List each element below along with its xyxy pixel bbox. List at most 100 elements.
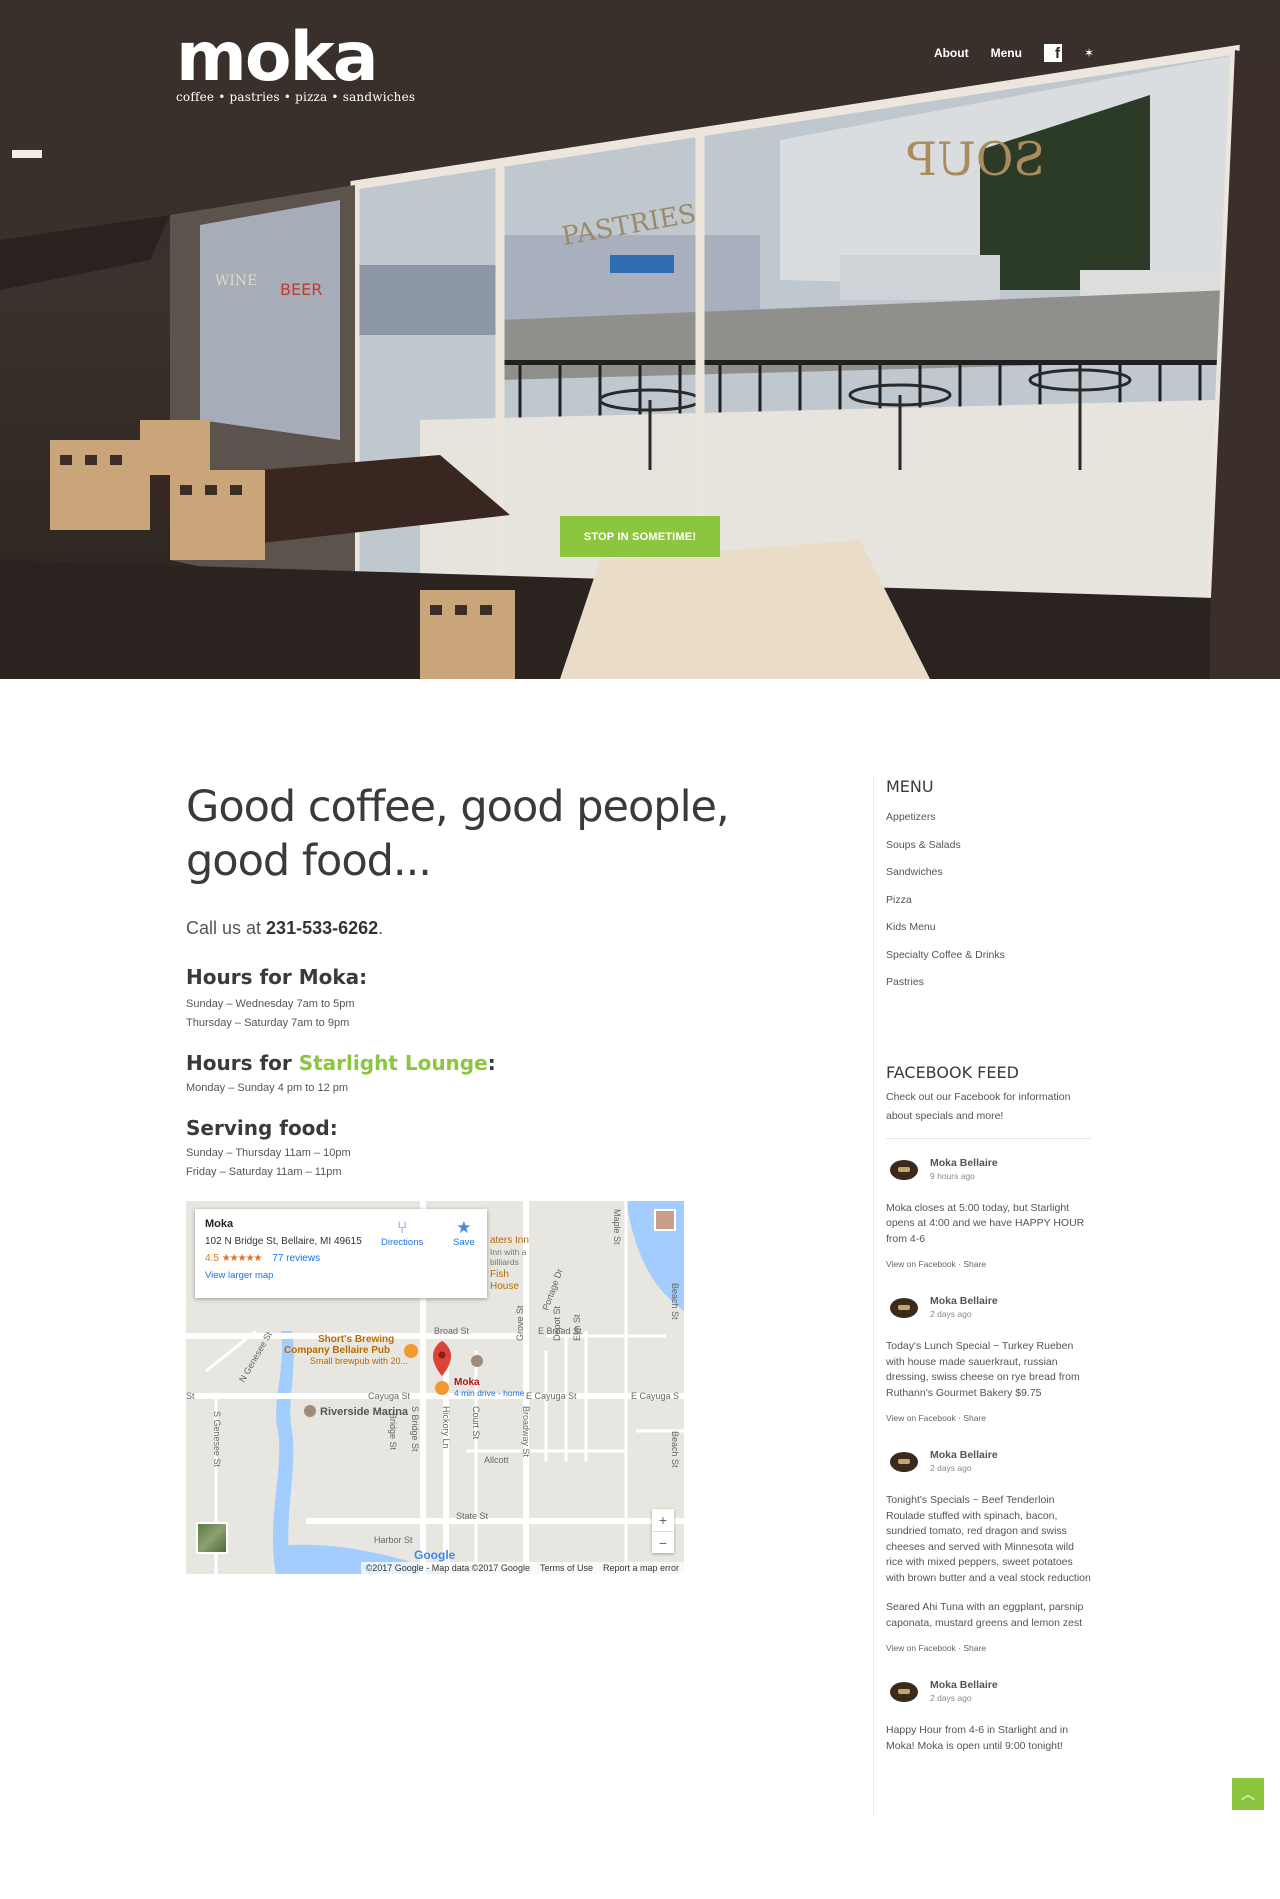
- facebook-feed-title: FACEBOOK FEED: [886, 1062, 1019, 1082]
- star-save-icon: ★: [456, 1218, 472, 1237]
- facebook-post: Moka Bellaire 2 days ago Tonight's Speci…: [886, 1449, 1093, 1653]
- moka-avatar-icon[interactable]: [890, 1452, 918, 1472]
- star-icon[interactable]: ✶: [1084, 46, 1094, 60]
- label-inn-1: aters Inn: [490, 1235, 529, 1246]
- menu-item-appetizers[interactable]: Appetizers: [886, 804, 1093, 832]
- sidebar-menu-title: MENU: [886, 777, 934, 796]
- hours-lounge-line: Monday – Sunday 4 pm to 12 pm: [186, 1082, 349, 1094]
- window-sign-beer: BEER: [280, 280, 322, 299]
- moka-avatar-icon[interactable]: [890, 1682, 918, 1702]
- moka-avatar-icon[interactable]: [890, 1298, 918, 1318]
- serving-line: Sunday – Thursday 11am – 10pm: [186, 1147, 351, 1159]
- label-inn-3: billiards: [490, 1257, 519, 1267]
- post-links[interactable]: View on Facebook · Share: [886, 1413, 1093, 1423]
- marina-marker-icon[interactable]: [304, 1405, 316, 1417]
- poi-marker-icon[interactable]: [471, 1355, 483, 1367]
- google-map[interactable]: Broad St E Broad St Cayuga St E Cayuga S…: [186, 1201, 684, 1574]
- directions-icon: ⑂: [397, 1218, 408, 1237]
- rating-stars-icon: ★★★★★: [221, 1253, 263, 1264]
- map-rating-value: 4.5: [205, 1253, 219, 1264]
- label-depot-st: Depot St: [552, 1305, 562, 1341]
- label-shorts-3: Small brewpub with 20...: [310, 1356, 408, 1366]
- zoom-out-button[interactable]: −: [652, 1531, 674, 1553]
- post-links[interactable]: View on Facebook · Share: [886, 1259, 1093, 1269]
- stop-in-button[interactable]: STOP IN SOMETIME!: [560, 516, 720, 557]
- menu-item-specialty-coffee[interactable]: Specialty Coffee & Drinks: [886, 942, 1093, 970]
- save-button[interactable]: ★ Save: [453, 1218, 475, 1249]
- window-sign-wine: WINE: [215, 273, 257, 289]
- call-prefix: Call us at: [186, 918, 267, 938]
- post-body: Tonight's Specials ~ Beef Tenderloin Rou…: [886, 1493, 1091, 1631]
- logo-tagline: coffee • pastries • pizza • sandwiches: [176, 90, 416, 104]
- hours-lounge-suffix: :: [487, 1051, 496, 1075]
- label-court-st: Court St: [471, 1406, 481, 1440]
- label-cayuga-st: Cayuga St: [368, 1391, 411, 1401]
- moka-avatar-icon[interactable]: [890, 1159, 918, 1180]
- save-label: Save: [453, 1237, 475, 1248]
- main-content: Good coffee, good people, good food... C…: [186, 780, 766, 1182]
- label-shorts-1: Short's Brewing: [318, 1334, 394, 1345]
- label-inn-2: Inn with a: [490, 1247, 527, 1257]
- label-elm-st: Elm St: [572, 1314, 582, 1341]
- label-hickory-ln: Hickory Ln: [441, 1406, 451, 1449]
- post-body: Happy Hour from 4-6 in Starlight and in …: [886, 1723, 1091, 1754]
- menu-item-pastries[interactable]: Pastries: [886, 969, 1093, 997]
- label-inn-4: Fish: [490, 1269, 509, 1280]
- label-pin-name: Moka: [454, 1377, 480, 1388]
- post-author[interactable]: Moka Bellaire: [930, 1157, 998, 1169]
- map-zoom-control: + −: [652, 1509, 674, 1553]
- menu-item-soups-salads[interactable]: Soups & Salads: [886, 832, 1093, 860]
- window-sign-soup: SOUP: [906, 132, 1045, 186]
- user-avatar[interactable]: [654, 1209, 676, 1231]
- label-beach-st-2: Beach St: [670, 1431, 680, 1468]
- scroll-to-top-button[interactable]: ︿: [1232, 1778, 1264, 1810]
- serving-line: Friday – Saturday 11am – 11pm: [186, 1166, 342, 1178]
- post-text: Happy Hour from 4-6 in Starlight and in …: [886, 1724, 1069, 1752]
- post-author[interactable]: Moka Bellaire: [930, 1449, 998, 1461]
- label-allcott: Allcott: [484, 1455, 509, 1465]
- label-s-genesee-st: S Genesee St: [212, 1411, 222, 1468]
- brewpub-marker-icon[interactable]: [404, 1344, 418, 1358]
- facebook-feed-intro: Check out our Facebook for information a…: [886, 1088, 1091, 1139]
- menu-item-sandwiches[interactable]: Sandwiches: [886, 859, 1093, 887]
- post-author[interactable]: Moka Bellaire: [930, 1679, 998, 1691]
- call-suffix: .: [378, 918, 384, 938]
- facebook-icon[interactable]: f: [1043, 44, 1062, 62]
- post-text: Tonight's Specials ~ Beef Tenderloin Rou…: [886, 1494, 1091, 1584]
- facebook-post: Moka Bellaire 2 days ago Today's Lunch S…: [886, 1295, 1093, 1423]
- nav-about-link[interactable]: About: [934, 46, 969, 60]
- post-text: Moka closes at 5:00 today, but Starlight…: [886, 1201, 1085, 1245]
- hours-lounge-prefix: Hours for: [186, 1051, 299, 1075]
- menu-item-kids-menu[interactable]: Kids Menu: [886, 914, 1093, 942]
- label-maple-st: Maple St: [612, 1209, 622, 1245]
- hours-moka-line: Thursday – Saturday 7am to 9pm: [186, 1017, 350, 1029]
- menu-item-pizza[interactable]: Pizza: [886, 887, 1093, 915]
- post-author[interactable]: Moka Bellaire: [930, 1295, 998, 1307]
- map-report-link[interactable]: Report a map error: [603, 1563, 679, 1573]
- post-body: Moka closes at 5:00 today, but Starlight…: [886, 1201, 1091, 1248]
- hero-banner: SOUP PASTRIES WINE BEER moka coffee • pa…: [0, 0, 1280, 679]
- nav-menu-link[interactable]: Menu: [991, 46, 1022, 60]
- map-terms-link[interactable]: Terms of Use: [540, 1563, 593, 1573]
- label-state-st: State St: [456, 1511, 489, 1521]
- site-logo[interactable]: moka coffee • pastries • pizza • sandwic…: [176, 18, 416, 105]
- zoom-in-button[interactable]: +: [652, 1509, 674, 1531]
- logo-wordmark: moka: [176, 18, 379, 97]
- starlight-lounge-link[interactable]: Starlight Lounge: [299, 1051, 488, 1075]
- view-larger-map-link[interactable]: View larger map: [205, 1270, 477, 1281]
- facebook-feed: FACEBOOK FEED Check out our Facebook for…: [886, 1063, 1093, 1755]
- chevron-up-icon: ︿: [1241, 1786, 1255, 1802]
- post-links[interactable]: View on Facebook · Share: [886, 1643, 1093, 1653]
- directions-button[interactable]: ⑂ Directions: [381, 1218, 423, 1249]
- map-reviews-link[interactable]: 77 reviews: [272, 1253, 320, 1264]
- post-text: Today's Lunch Special ~ Turkey Rueben wi…: [886, 1340, 1080, 1399]
- post-time: 9 hours ago: [930, 1170, 975, 1181]
- phone-number[interactable]: 231-533-6262: [266, 918, 378, 938]
- map-copyright: ©2017 Google - Map data ©2017 Google: [365, 1563, 530, 1573]
- google-logo: Google: [414, 1548, 456, 1562]
- label-shorts-2: Company Bellaire Pub: [284, 1345, 390, 1356]
- satellite-toggle-thumbnail[interactable]: [196, 1522, 228, 1554]
- hours-moka-line: Sunday – Wednesday 7am to 5pm: [186, 998, 355, 1010]
- post-time: 2 days ago: [930, 1693, 972, 1703]
- post-body: Today's Lunch Special ~ Turkey Rueben wi…: [886, 1339, 1091, 1401]
